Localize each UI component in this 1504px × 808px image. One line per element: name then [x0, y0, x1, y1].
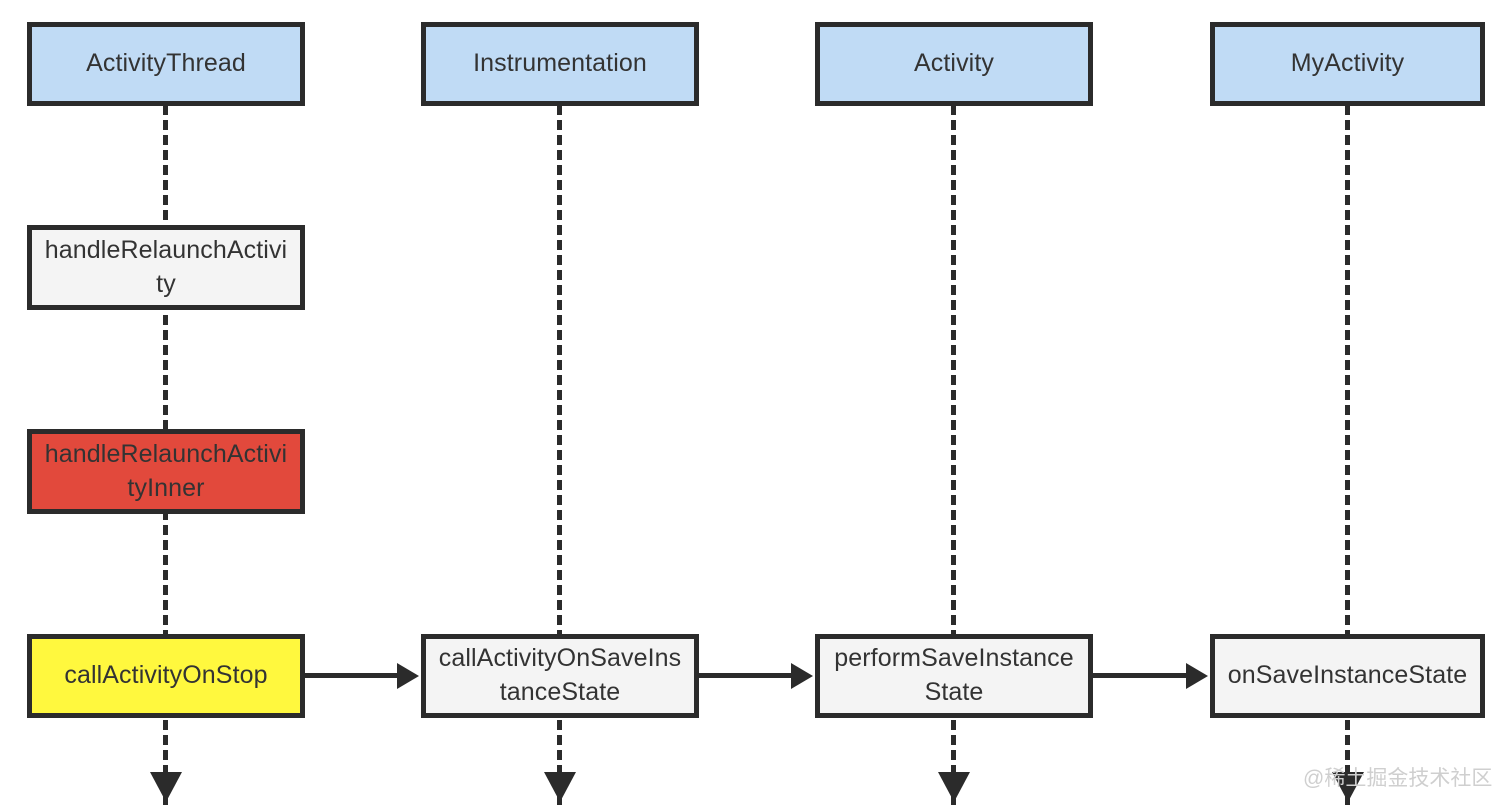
participant-my-activity[interactable]: MyActivity [1210, 22, 1485, 106]
participant-activity[interactable]: Activity [815, 22, 1093, 106]
step-call-activity-on-save-instance-state[interactable]: callActivityOnSaveInstanceState [421, 634, 699, 718]
step-label: callActivityOnSaveInstanceState [438, 644, 682, 706]
step-label: callActivityOnStop [64, 661, 268, 690]
step-label: handleRelaunchActivity [44, 235, 288, 298]
participant-label: MyActivity [1290, 49, 1405, 78]
lifeline-end-arrow-activity [938, 772, 970, 802]
step-handle-relaunch-activity[interactable]: handleRelaunchActivity [27, 225, 305, 310]
participant-label: Instrumentation [473, 49, 647, 78]
step-label: performSaveInstanceState [834, 644, 1074, 706]
step-handle-relaunch-activity-inner[interactable]: handleRelaunchActivityInner [27, 429, 305, 514]
lifeline-end-arrow-instrumentation [544, 772, 576, 802]
message-call-activity-on-save-instance-state-to-perform-save-instance-state[interactable] [699, 673, 793, 678]
lifeline-end-arrow-activity-thread [150, 772, 182, 802]
sequence-diagram-canvas: ActivityThread Instrumentation Activity … [0, 0, 1504, 808]
step-label: onSaveInstanceState [1227, 661, 1468, 690]
step-on-save-instance-state[interactable]: onSaveInstanceState [1210, 634, 1485, 718]
participant-instrumentation[interactable]: Instrumentation [421, 22, 699, 106]
message-call-activity-on-stop-to-call-activity-on-save-instance-state[interactable] [305, 673, 399, 678]
step-call-activity-on-stop[interactable]: callActivityOnStop [27, 634, 305, 718]
watermark: @稀土掘金技术社区 [1303, 767, 1493, 790]
step-perform-save-instance-state[interactable]: performSaveInstanceState [815, 634, 1093, 718]
message-perform-save-instance-state-to-on-save-instance-state[interactable] [1093, 673, 1188, 678]
participant-label: ActivityThread [86, 49, 246, 78]
step-label: handleRelaunchActivityInner [44, 439, 288, 502]
participant-label: Activity [914, 49, 994, 78]
participant-activity-thread[interactable]: ActivityThread [27, 22, 305, 106]
